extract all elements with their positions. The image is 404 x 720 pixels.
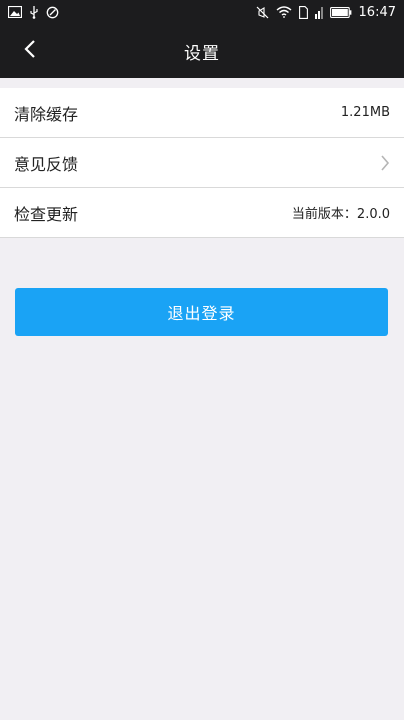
settings-screen: 16:47 设置 清除缓存 1.21MB 意见反馈 检查更新 当前版本：2.0.…: [0, 0, 404, 720]
back-button[interactable]: [8, 24, 52, 78]
status-time: 16:47: [358, 4, 396, 20]
signal-icon: [314, 6, 323, 19]
header-bar: 设置: [0, 24, 404, 78]
chevron-right-icon: [380, 154, 390, 172]
battery-icon: [329, 6, 352, 18]
status-bar: 16:47: [0, 0, 404, 24]
settings-item-label: 意见反馈: [14, 154, 79, 174]
image-icon: [8, 6, 22, 18]
settings-item-label: 检查更新: [14, 204, 79, 224]
settings-list: 清除缓存 1.21MB 意见反馈 检查更新 当前版本：2.0.0: [0, 88, 404, 238]
current-version-value: 当前版本：2.0.0: [291, 207, 390, 222]
logout-button[interactable]: 退出登录: [15, 288, 388, 336]
status-bar-right: 16:47: [256, 5, 396, 20]
settings-item-label: 清除缓存: [14, 104, 79, 124]
page-title: 设置: [184, 43, 220, 64]
sim-icon: [298, 5, 308, 19]
cache-size-value: 1.21MB: [340, 105, 390, 120]
settings-item-clear-cache[interactable]: 清除缓存 1.21MB: [0, 88, 404, 138]
logout-label: 退出登录: [167, 304, 236, 323]
settings-item-feedback[interactable]: 意见反馈: [0, 138, 404, 188]
mute-icon: [256, 6, 269, 19]
usb-icon: [29, 5, 39, 19]
chevron-left-icon: [23, 39, 37, 63]
wifi-icon: [276, 6, 292, 18]
settings-item-check-update[interactable]: 检查更新 当前版本：2.0.0: [0, 188, 404, 238]
sync-icon: [46, 6, 59, 19]
status-bar-left: [8, 5, 59, 19]
